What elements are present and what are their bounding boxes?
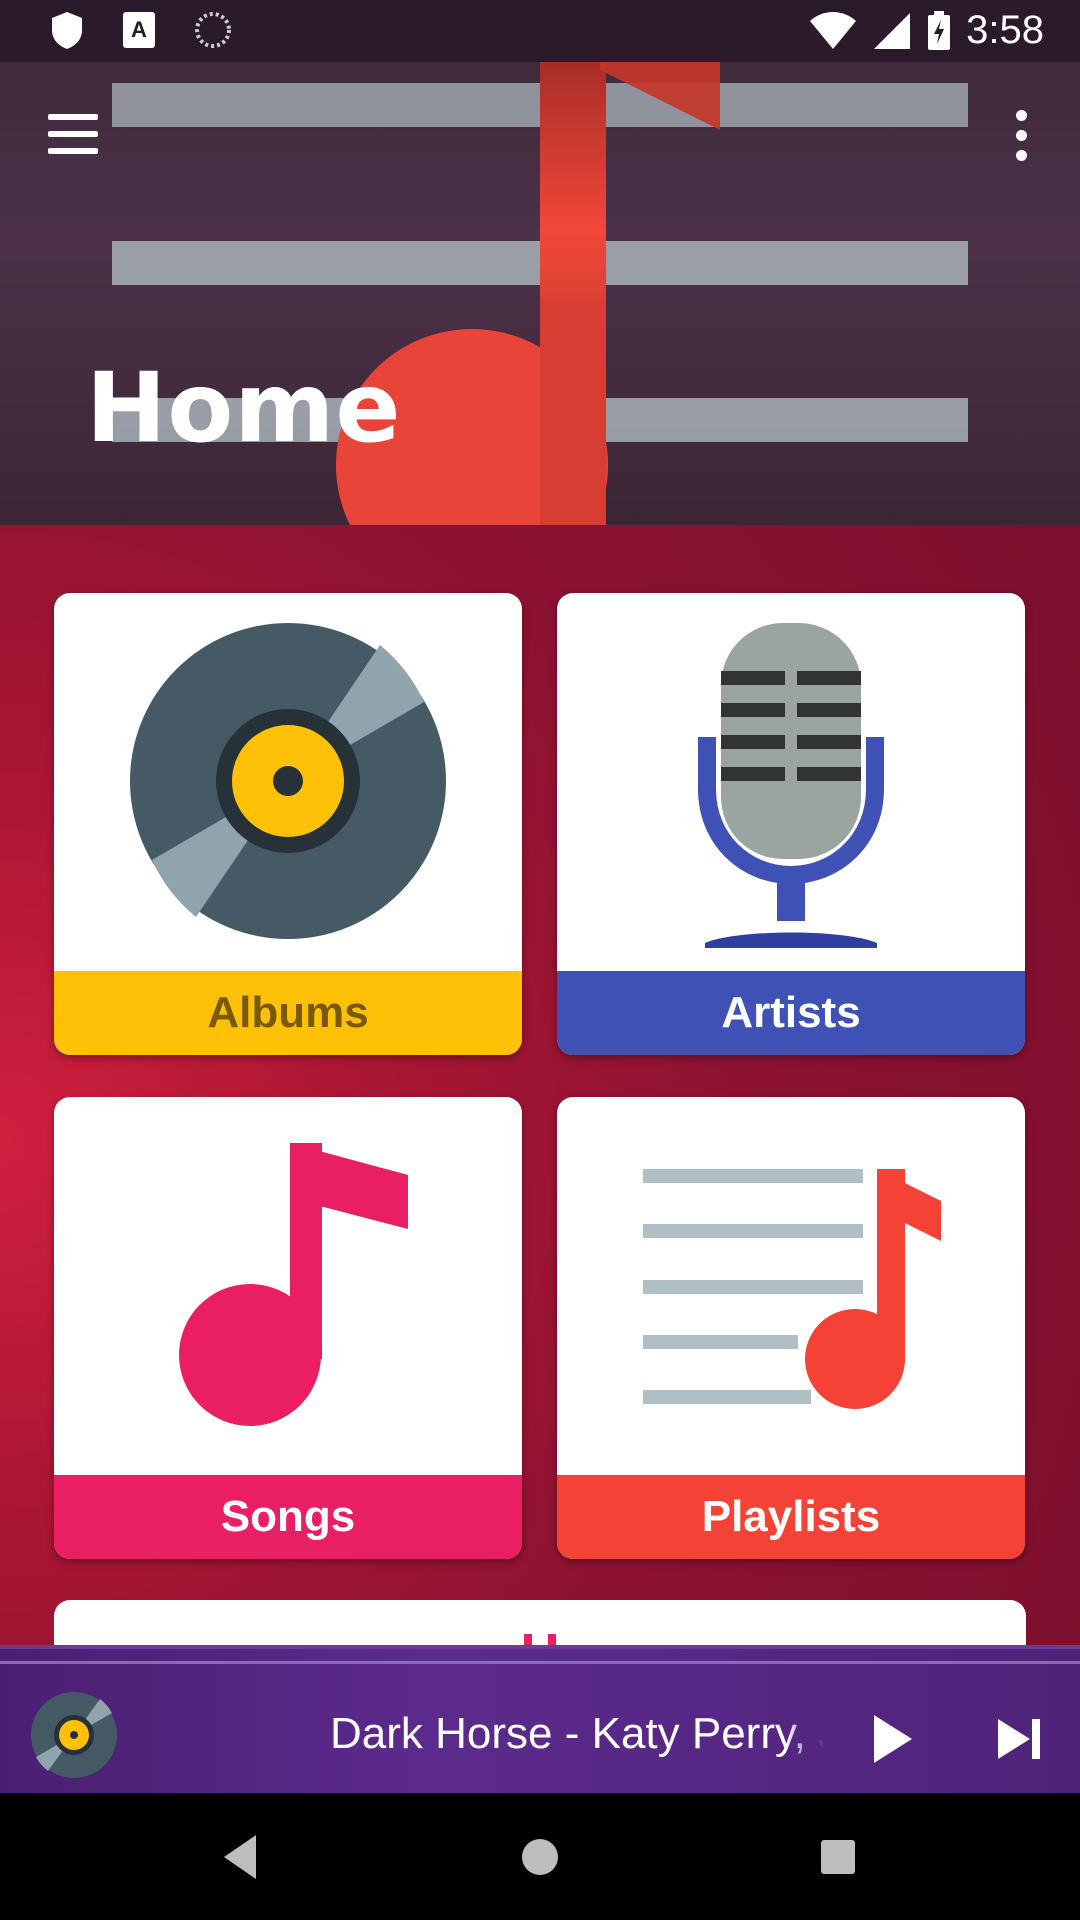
header: Home	[0, 0, 1080, 525]
tile-songs-label: Songs	[54, 1475, 522, 1559]
skip-next-icon[interactable]	[990, 1709, 1050, 1769]
tile-albums-label: Albums	[54, 971, 522, 1055]
now-playing-title: Dark Horse - Katy Perry, Juicy J	[330, 1709, 825, 1758]
recents-icon[interactable]	[808, 1827, 868, 1887]
page-title: Home	[86, 352, 402, 464]
text-a-icon: A	[123, 12, 155, 48]
tile-songs[interactable]: Songs	[54, 1097, 522, 1559]
tile-albums[interactable]: Albums	[54, 593, 522, 1055]
more-vert-icon[interactable]	[1006, 110, 1036, 162]
playlist-music-icon	[643, 1169, 941, 1409]
status-bar: A 3:58	[0, 0, 1080, 62]
music-note-icon	[179, 1143, 408, 1426]
loading-icon	[195, 12, 231, 48]
signal-icon	[874, 12, 911, 49]
hamburger-menu-icon[interactable]	[48, 114, 100, 154]
tile-playlists-label: Playlists	[557, 1475, 1025, 1559]
tile-artists[interactable]: Artists	[557, 593, 1025, 1055]
back-icon[interactable]	[212, 1827, 272, 1887]
tile-playlists[interactable]: Playlists	[557, 1097, 1025, 1559]
wifi-icon	[810, 11, 857, 49]
tile-artists-label: Artists	[557, 971, 1025, 1055]
vinyl-record-icon	[130, 623, 446, 939]
battery-charging-icon	[928, 10, 951, 50]
status-time: 3:58	[966, 8, 1044, 52]
system-nav-bar	[0, 1793, 1080, 1920]
player-progress-track	[0, 1661, 1080, 1664]
now-playing-bar[interactable]: Dark Horse - Katy Perry, Juicy J	[0, 1645, 1080, 1797]
play-icon[interactable]	[862, 1709, 922, 1769]
vinyl-record-icon[interactable]	[30, 1691, 118, 1779]
tile-partial[interactable]	[54, 1600, 1026, 1645]
genre-icon	[524, 1634, 556, 1645]
svg-text:A: A	[131, 17, 147, 42]
shield-icon	[52, 12, 82, 49]
microphone-icon	[698, 623, 884, 948]
home-grid: Albums Artists Songs Playlists	[0, 525, 1080, 1645]
home-icon[interactable]	[510, 1827, 570, 1887]
